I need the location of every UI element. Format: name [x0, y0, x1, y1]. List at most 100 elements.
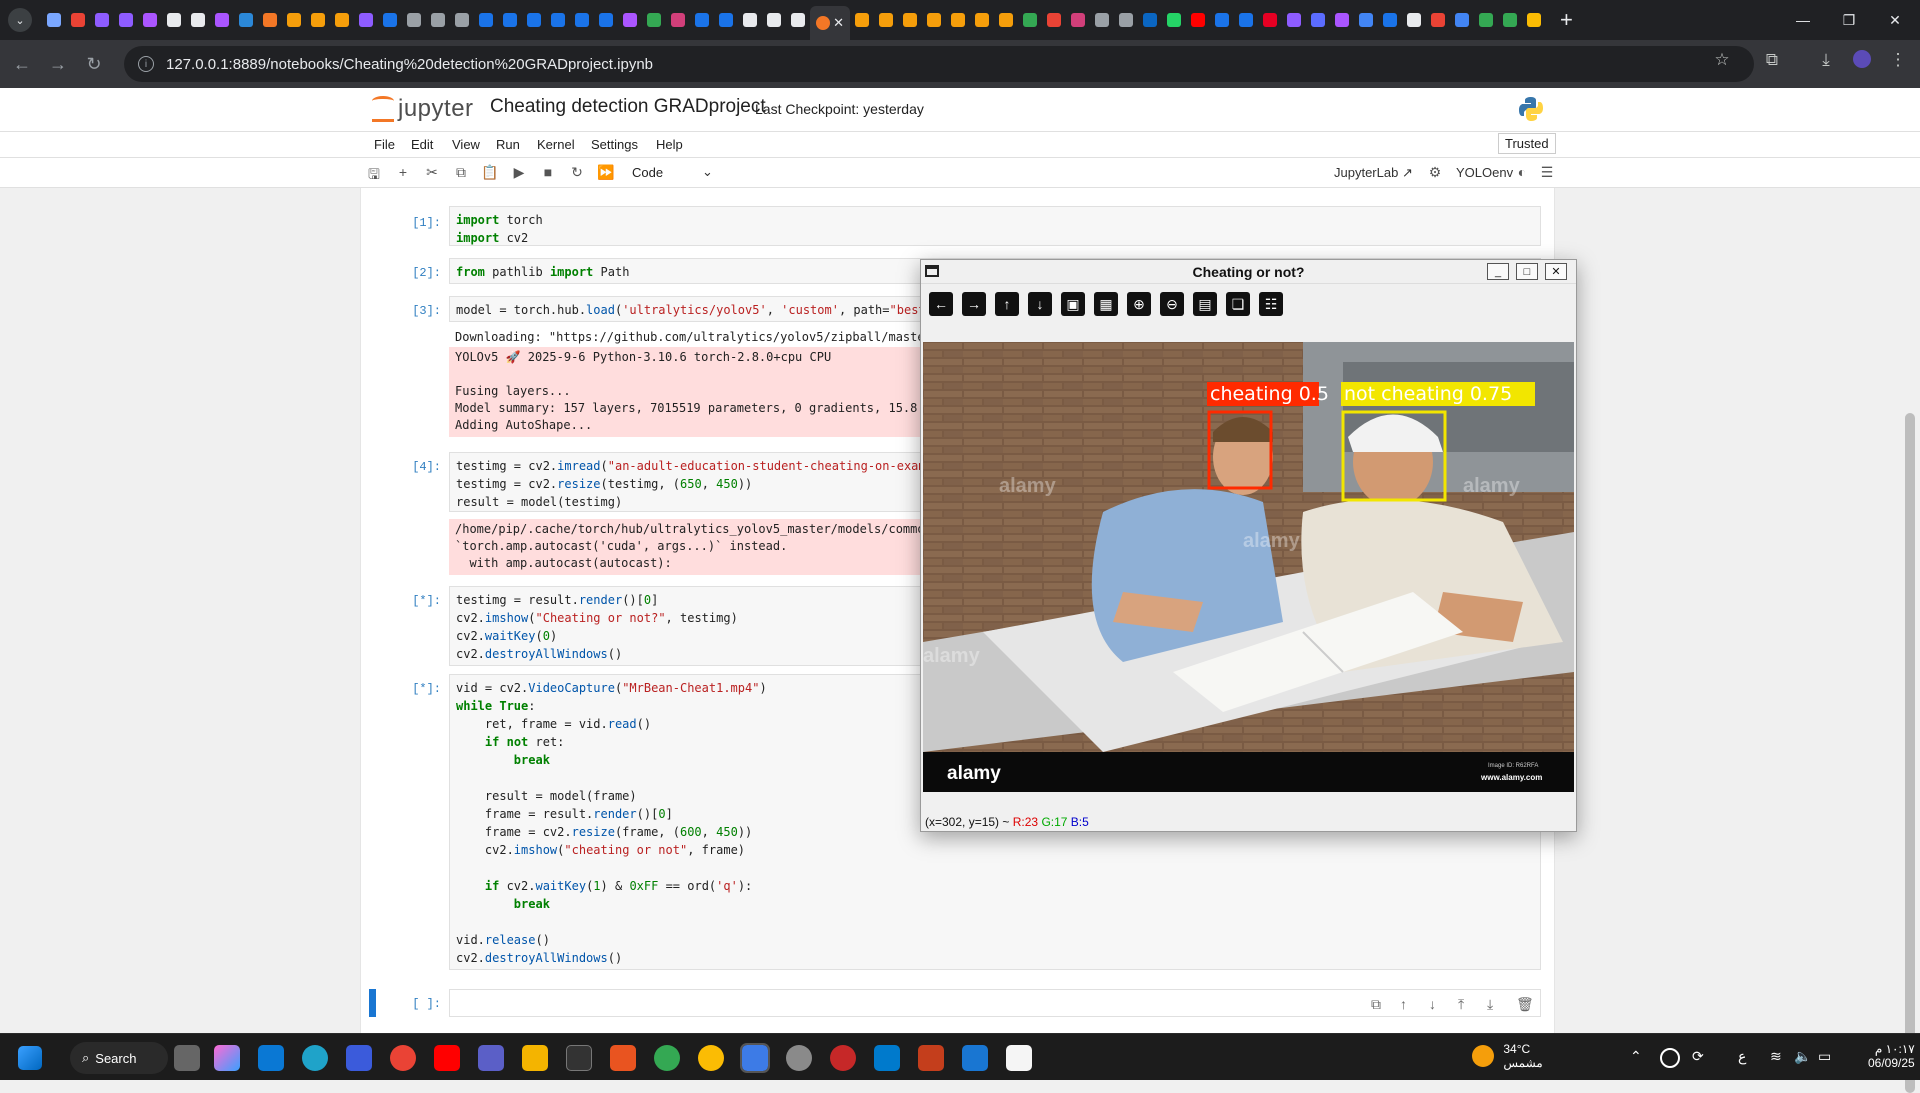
taskbar-clock[interactable]: ١٠:١٧ م 06/09/25 [1868, 1042, 1915, 1070]
left-tab-24[interactable] [618, 6, 642, 34]
site-info-icon[interactable]: i [138, 56, 154, 72]
restart-icon[interactable]: ↻ [567, 164, 587, 181]
left-tab-26[interactable] [666, 6, 690, 34]
menu-view[interactable]: View [452, 137, 480, 152]
zoom-in-icon[interactable]: ⊕ [1127, 292, 1151, 316]
right-tab-24[interactable] [1426, 6, 1450, 34]
right-tab-0[interactable] [850, 6, 874, 34]
right-tab-21[interactable] [1354, 6, 1378, 34]
right-tab-11[interactable] [1114, 6, 1138, 34]
menu-file[interactable]: File [374, 137, 395, 152]
tab-search-dropdown[interactable]: ⌄ [8, 8, 32, 32]
zoom-out-icon[interactable]: ⊖ [1160, 292, 1184, 316]
left-tab-9[interactable] [258, 6, 282, 34]
left-tab-17[interactable] [450, 6, 474, 34]
copy-icon[interactable]: ⧉ [451, 164, 471, 181]
left-tab-27[interactable] [690, 6, 714, 34]
right-tab-20[interactable] [1330, 6, 1354, 34]
left-tab-8[interactable] [234, 6, 258, 34]
terminal-icon[interactable] [566, 1045, 592, 1071]
vpn-icon[interactable] [346, 1045, 372, 1071]
insert-below-icon[interactable]: ⤓ [1487, 996, 1493, 1013]
right-tab-4[interactable] [946, 6, 970, 34]
right-tab-7[interactable] [1018, 6, 1042, 34]
close-window-button[interactable]: ✕ [1872, 0, 1918, 40]
active-tab[interactable]: ✕ [810, 6, 850, 40]
right-tab-2[interactable] [898, 6, 922, 34]
forward-icon[interactable]: → [40, 54, 76, 75]
tray-chevron-icon[interactable]: ⌃ [1630, 1048, 1650, 1068]
paste-icon[interactable]: 📋 [480, 164, 500, 181]
taskbar-search[interactable]: ⌕ Search [70, 1042, 168, 1074]
reload-icon[interactable]: ↻ [76, 54, 112, 75]
right-tab-19[interactable] [1306, 6, 1330, 34]
chevron-down-icon[interactable]: ⌄ [702, 164, 713, 180]
tray-app-icon[interactable] [1660, 1048, 1680, 1068]
copy-icon[interactable]: ❏ [1226, 292, 1250, 316]
notebook-title[interactable]: Cheating detection GRADproject [490, 96, 766, 118]
right-tab-10[interactable] [1090, 6, 1114, 34]
left-tab-6[interactable] [186, 6, 210, 34]
left-tab-11[interactable] [306, 6, 330, 34]
left-tab-10[interactable] [282, 6, 306, 34]
right-tab-27[interactable] [1498, 6, 1522, 34]
teams-icon[interactable] [478, 1045, 504, 1071]
notebook-scrollbar[interactable] [1905, 413, 1915, 1093]
cv-maximize-button[interactable]: □ [1516, 263, 1538, 280]
linux-tux-icon[interactable] [1006, 1045, 1032, 1071]
left-tab-1[interactable] [66, 6, 90, 34]
left-tab-13[interactable] [354, 6, 378, 34]
jupyterlab-link[interactable]: JupyterLab ↗ [1334, 165, 1413, 181]
powerpoint-icon[interactable] [918, 1045, 944, 1071]
left-tab-21[interactable] [546, 6, 570, 34]
move-up-icon[interactable]: ↑ [1400, 996, 1407, 1012]
notepad-icon[interactable] [962, 1045, 988, 1071]
ubuntu-icon[interactable] [610, 1045, 636, 1071]
left-tab-23[interactable] [594, 6, 618, 34]
weather-widget[interactable]: 34°C مشمس [1472, 1042, 1543, 1070]
minimize-button[interactable]: — [1780, 0, 1826, 40]
recorder-icon[interactable] [830, 1045, 856, 1071]
edge-icon[interactable] [302, 1045, 328, 1071]
close-tab-icon[interactable]: ✕ [833, 15, 844, 31]
right-tab-25[interactable] [1450, 6, 1474, 34]
arrow-up-icon[interactable]: ↑ [995, 292, 1019, 316]
browser-menu-icon[interactable]: ⋮ [1884, 50, 1912, 70]
bookmark-star-icon[interactable]: ☆ [1708, 50, 1736, 70]
whiteboard-icon[interactable] [740, 1043, 770, 1073]
arrow-right-icon[interactable]: → [962, 292, 986, 316]
left-tab-19[interactable] [498, 6, 522, 34]
url-omnibox[interactable]: i 127.0.0.1:8889/notebooks/Cheating%20de… [124, 46, 1754, 82]
sync-icon[interactable]: ⟳ [1692, 1048, 1712, 1068]
new-tab-button[interactable]: + [1560, 7, 1573, 33]
right-tab-26[interactable] [1474, 6, 1498, 34]
menu-kernel[interactable]: Kernel [537, 137, 575, 152]
volume-mute-icon[interactable]: 🔈 [1794, 1048, 1814, 1068]
cv-close-button[interactable]: ✕ [1545, 263, 1567, 280]
task-view-icon[interactable] [174, 1045, 200, 1071]
cv-window-titlebar[interactable]: Cheating or not? _ □ ✕ [921, 260, 1576, 284]
delete-cell-icon[interactable]: 🗑 [1516, 996, 1534, 1013]
right-tab-16[interactable] [1234, 6, 1258, 34]
cut-icon[interactable]: ✂ [422, 164, 442, 181]
left-tab-20[interactable] [522, 6, 546, 34]
right-tab-8[interactable] [1042, 6, 1066, 34]
menu-settings[interactable]: Settings [591, 137, 638, 152]
left-tab-22[interactable] [570, 6, 594, 34]
properties-icon[interactable]: ☷ [1259, 292, 1283, 316]
extensions-icon[interactable]: ⧉ [1758, 50, 1786, 70]
left-tab-30[interactable] [762, 6, 786, 34]
image-icon[interactable]: ▣ [1061, 292, 1085, 316]
save-icon[interactable]: 🖫 [364, 164, 384, 188]
left-tab-7[interactable] [210, 6, 234, 34]
move-down-icon[interactable]: ↓ [1429, 996, 1436, 1012]
chrome-icon[interactable] [390, 1045, 416, 1071]
left-tab-16[interactable] [426, 6, 450, 34]
wifi-icon[interactable]: ≋ [1770, 1048, 1790, 1068]
stop-icon[interactable]: ■ [538, 164, 558, 180]
jupyter-logo[interactable]: jupyter [372, 94, 474, 124]
right-tab-23[interactable] [1402, 6, 1426, 34]
maximize-button[interactable]: ❐ [1826, 0, 1872, 40]
right-tab-9[interactable] [1066, 6, 1090, 34]
right-tab-5[interactable] [970, 6, 994, 34]
